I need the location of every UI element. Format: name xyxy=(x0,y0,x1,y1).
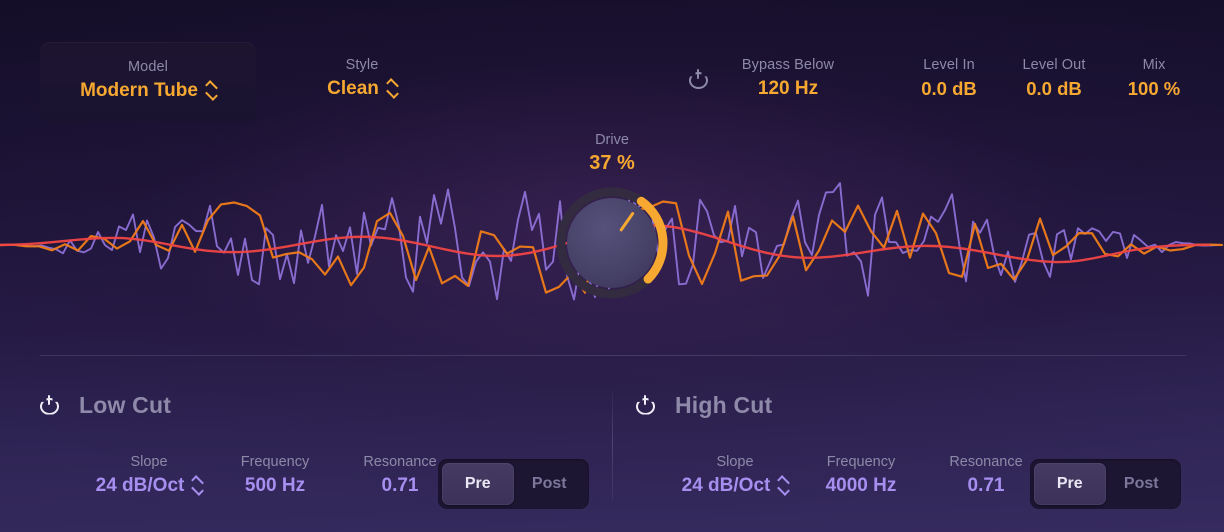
level-in-param[interactable]: Level In 0.0 dB xyxy=(888,56,1010,102)
high-cut-section: High Cut Slope 24 dB/Oct Frequency 4000 … xyxy=(636,385,1216,532)
low-cut-pre-button[interactable]: Pre xyxy=(442,463,514,505)
bypass-below-label: Bypass Below xyxy=(741,57,835,73)
high-cut-params: Slope 24 dB/Oct Frequency 4000 Hz Resona… xyxy=(636,453,1216,515)
high-cut-title: High Cut xyxy=(675,391,773,418)
level-out-param[interactable]: Level Out 0.0 dB xyxy=(993,56,1115,102)
plugin-window: Model Modern Tube Style Clean Bypass Bel… xyxy=(0,0,1224,532)
low-cut-title: Low Cut xyxy=(79,391,172,418)
mix-value: 100 % xyxy=(1127,78,1181,99)
drive-readout: Drive 37 % xyxy=(0,130,1224,176)
bypass-below-value: 120 Hz xyxy=(757,78,819,99)
drive-knob[interactable] xyxy=(552,183,672,303)
style-param[interactable]: Style Clean xyxy=(282,56,442,102)
model-value: Modern Tube xyxy=(40,78,256,104)
section-divider-horizontal xyxy=(40,355,1186,356)
drive-value: 37 % xyxy=(589,152,635,174)
high-cut-post-button[interactable]: Post xyxy=(1106,463,1178,505)
bypass-power-button[interactable] xyxy=(689,69,708,89)
level-in-label: Level In xyxy=(923,57,975,73)
knob-body xyxy=(567,198,657,288)
low-cut-power-button[interactable] xyxy=(40,394,59,415)
high-cut-pre-button[interactable]: Pre xyxy=(1034,463,1106,505)
mix-label: Mix xyxy=(1142,57,1166,73)
low-cut-params: Slope 24 dB/Oct Frequency 500 Hz Resonan… xyxy=(40,453,620,515)
low-cut-position-toggle[interactable]: Pre Post xyxy=(438,459,589,509)
style-label: Style xyxy=(345,57,379,73)
high-cut-power-button[interactable] xyxy=(636,394,655,415)
model-label: Model xyxy=(128,59,168,75)
low-cut-section: Low Cut Slope 24 dB/Oct Frequency 500 Hz… xyxy=(40,385,620,532)
level-out-label: Level Out xyxy=(1022,57,1086,73)
low-cut-header: Low Cut xyxy=(40,385,171,425)
header-bar: Model Modern Tube Style Clean Bypass Bel… xyxy=(0,0,1224,130)
mix-param[interactable]: Mix 100 % xyxy=(1106,56,1202,102)
high-cut-header: High Cut xyxy=(636,385,772,425)
stepper-icon[interactable] xyxy=(205,82,216,99)
style-value: Clean xyxy=(282,76,442,102)
low-cut-post-button[interactable]: Post xyxy=(514,463,586,505)
level-in-value: 0.0 dB xyxy=(921,78,977,99)
model-param[interactable]: Model Modern Tube xyxy=(40,58,256,104)
level-out-value: 0.0 dB xyxy=(1026,78,1082,99)
stepper-icon[interactable] xyxy=(386,80,397,97)
bypass-below-param[interactable]: Bypass Below 120 Hz xyxy=(707,56,869,102)
drive-label: Drive xyxy=(595,132,629,148)
high-cut-position-toggle[interactable]: Pre Post xyxy=(1030,459,1181,509)
